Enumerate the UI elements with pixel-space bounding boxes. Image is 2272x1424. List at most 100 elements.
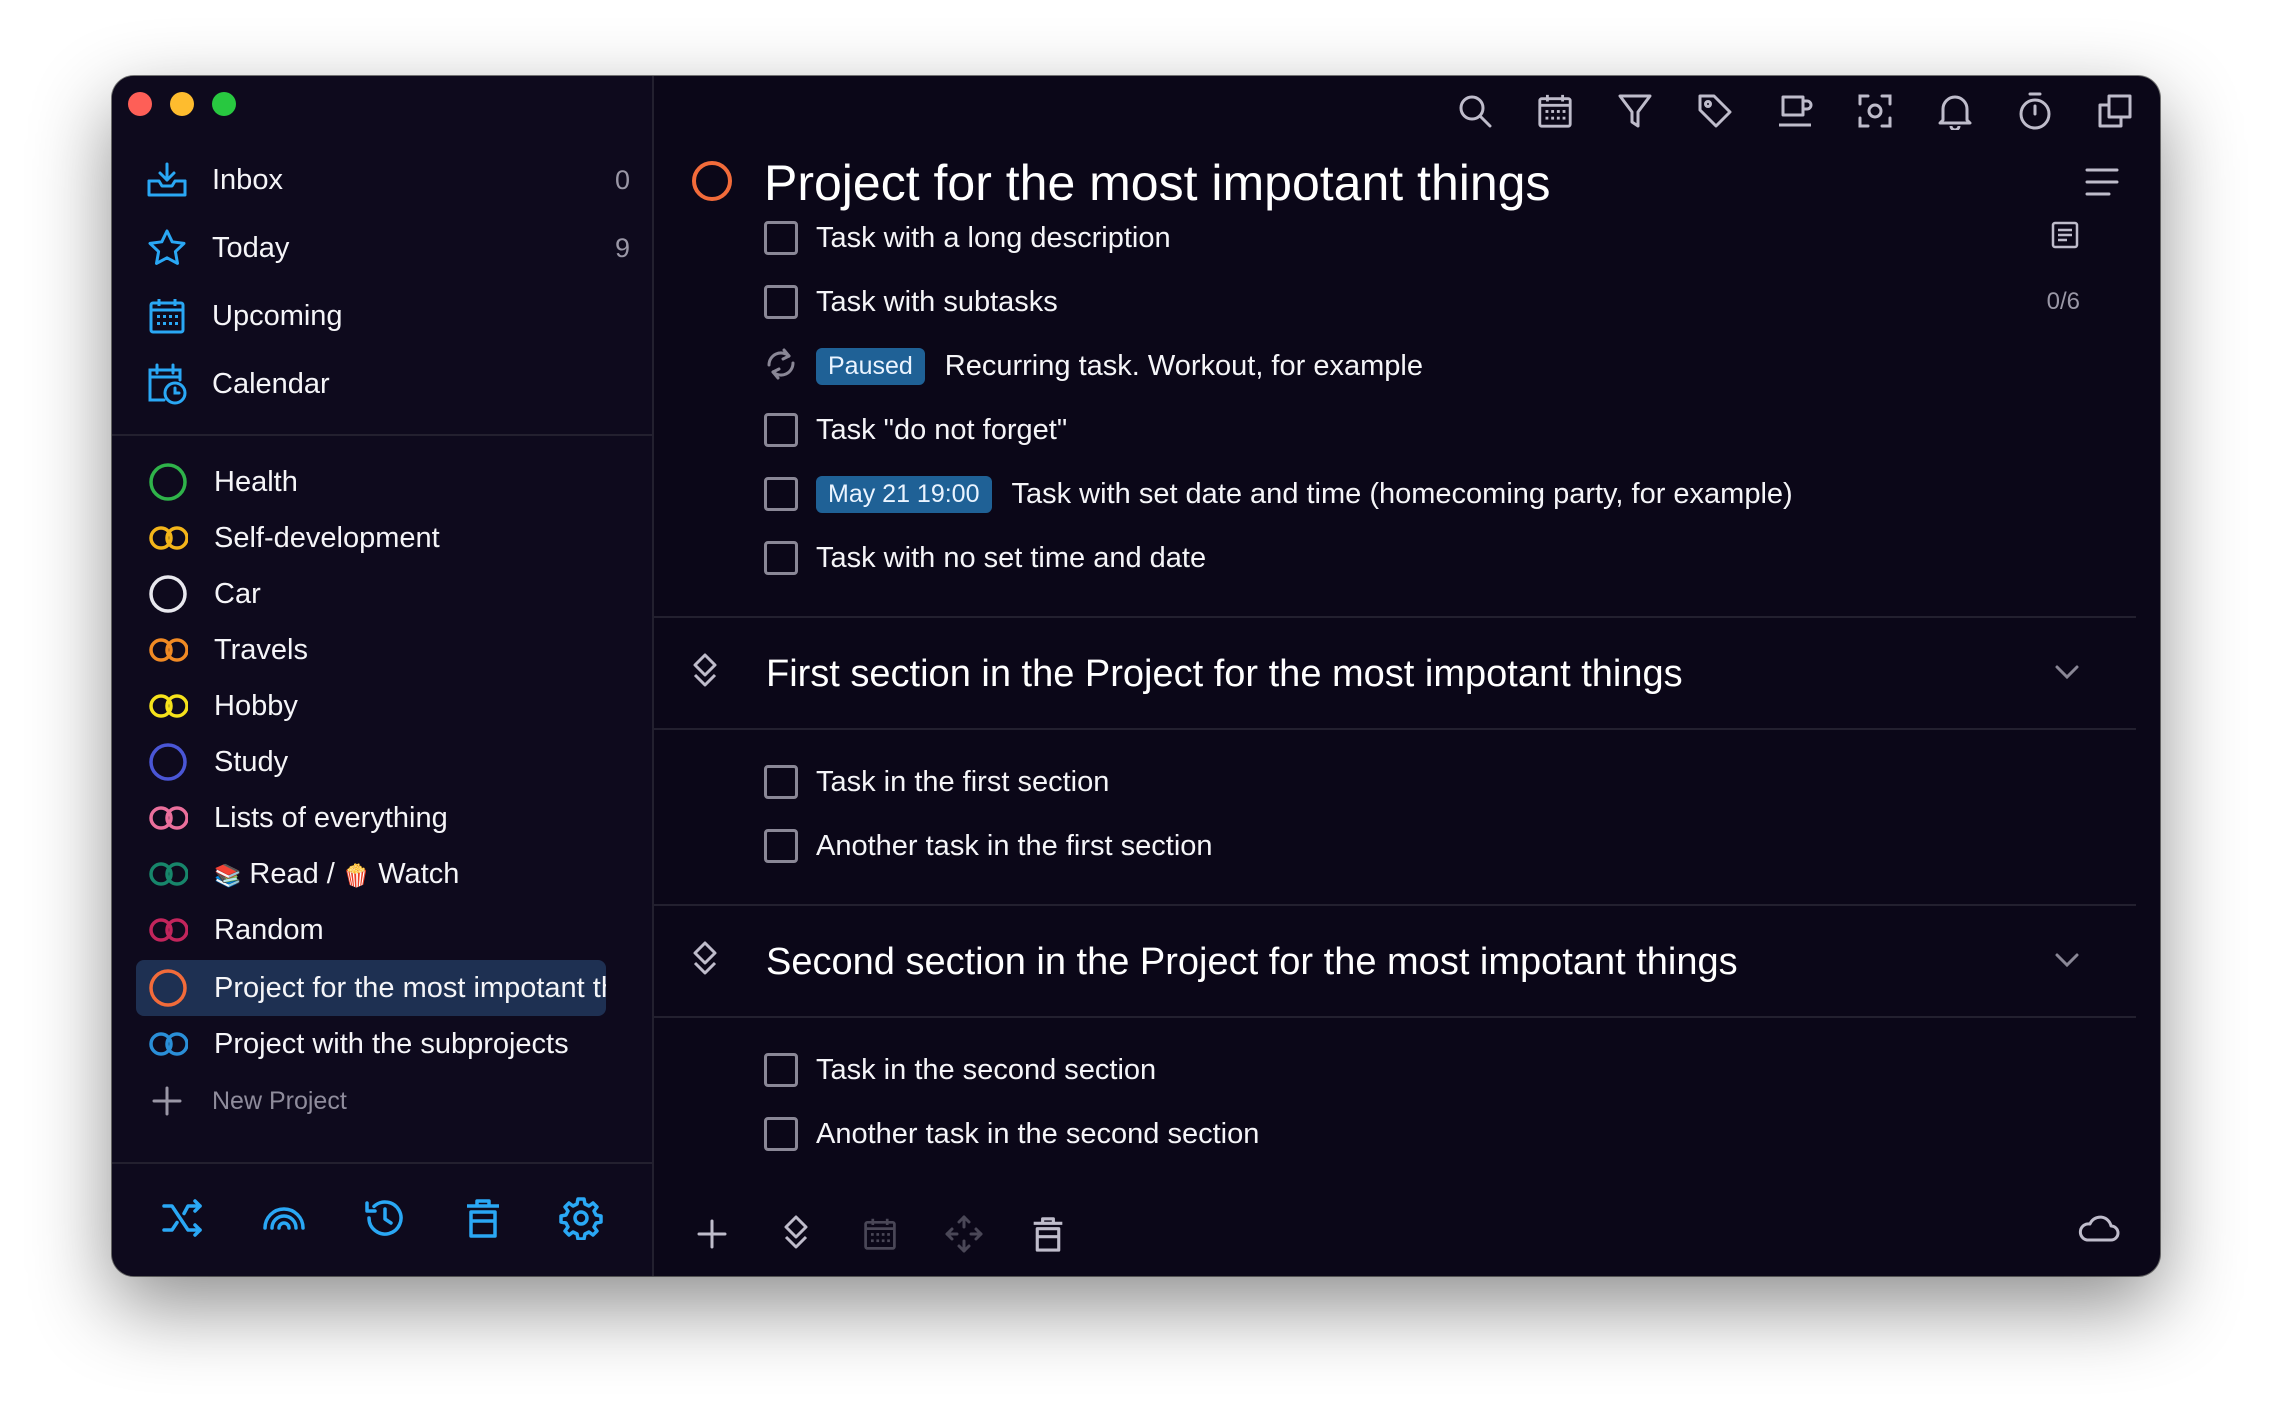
task-row[interactable]: Task in the first section bbox=[764, 760, 2080, 804]
section-header[interactable]: First section in the Project for the mos… bbox=[690, 644, 2080, 704]
section-header[interactable]: Second section in the Project for the mo… bbox=[690, 932, 2080, 992]
shuffle-icon[interactable] bbox=[161, 1198, 205, 1243]
project-header: Project for the most impotant things bbox=[690, 154, 1550, 212]
task-row[interactable]: Another task in the second section bbox=[764, 1112, 2080, 1156]
project-label: Self-development bbox=[214, 521, 440, 554]
new-project-button[interactable]: New Project bbox=[144, 1076, 347, 1126]
task-checkbox[interactable] bbox=[764, 477, 798, 511]
date-badge: May 21 19:00 bbox=[816, 475, 992, 513]
trash-icon[interactable] bbox=[464, 1197, 502, 1244]
task-checkbox[interactable] bbox=[764, 413, 798, 447]
calendar-clock-icon bbox=[144, 361, 190, 407]
nav-today[interactable]: Today 9 bbox=[144, 220, 634, 276]
task-row[interactable]: Task with no set time and date bbox=[764, 536, 2080, 580]
top-toolbar bbox=[1454, 90, 2136, 132]
task-row[interactable]: Task with subtasks 0/6 bbox=[764, 280, 2080, 324]
project-study[interactable]: Study bbox=[136, 734, 606, 790]
books-emoji: 📚 bbox=[214, 862, 242, 888]
gear-icon[interactable] bbox=[559, 1196, 604, 1245]
nav-count: 0 bbox=[614, 164, 630, 195]
close-window-button[interactable] bbox=[128, 92, 152, 116]
project-rings-icon bbox=[148, 686, 188, 726]
app-window: Inbox 0 Today 9 Upcoming Calendar Health… bbox=[112, 76, 2160, 1276]
task-row[interactable]: Another task in the first section bbox=[764, 824, 2080, 868]
cloud-icon[interactable] bbox=[2076, 1213, 2120, 1248]
history-icon[interactable] bbox=[363, 1196, 407, 1245]
main-bottom-bar bbox=[690, 1212, 1070, 1256]
sidebar-divider bbox=[112, 434, 652, 436]
project-self-development[interactable]: Self-development bbox=[136, 510, 606, 566]
tag-icon[interactable] bbox=[1694, 90, 1736, 132]
search-icon[interactable] bbox=[1454, 90, 1496, 132]
task-checkbox[interactable] bbox=[764, 221, 798, 255]
task-label: Task "do not forget" bbox=[816, 413, 1068, 446]
project-random[interactable]: Random bbox=[136, 902, 606, 958]
task-checkbox[interactable] bbox=[764, 829, 798, 863]
move-icon[interactable] bbox=[942, 1212, 986, 1256]
bell-icon[interactable] bbox=[1934, 90, 1976, 132]
popcorn-emoji: 🍿 bbox=[342, 862, 371, 888]
task-row[interactable]: Task with a long description bbox=[764, 216, 2080, 260]
task-checkbox[interactable] bbox=[764, 1117, 798, 1151]
task-checkbox[interactable] bbox=[764, 1053, 798, 1087]
project-circle-icon bbox=[148, 742, 188, 782]
project-label: Random bbox=[214, 913, 324, 946]
task-row[interactable]: Paused Recurring task. Workout, for exam… bbox=[764, 344, 2080, 388]
section-icon[interactable] bbox=[774, 1212, 818, 1256]
project-hobby[interactable]: Hobby bbox=[136, 678, 606, 734]
calendar-icon[interactable] bbox=[858, 1212, 902, 1256]
project-health[interactable]: Health bbox=[136, 454, 606, 510]
nav-calendar[interactable]: Calendar bbox=[144, 356, 634, 412]
note-icon bbox=[2050, 220, 2080, 257]
menu-lines-icon[interactable] bbox=[2084, 166, 2120, 203]
project-travels[interactable]: Travels bbox=[136, 622, 606, 678]
filter-icon[interactable] bbox=[1614, 90, 1656, 132]
project-label: Project for the most impotant things bbox=[214, 971, 606, 1004]
task-label: Task in the second section bbox=[816, 1053, 1157, 1086]
chevron-down-icon[interactable] bbox=[2054, 952, 2080, 973]
task-row[interactable]: May 21 19:00 Task with set date and time… bbox=[764, 472, 2080, 516]
project-car[interactable]: Car bbox=[136, 566, 606, 622]
task-label: Task with a long description bbox=[816, 221, 1171, 254]
nav-inbox[interactable]: Inbox 0 bbox=[144, 152, 634, 208]
repeat-icon[interactable] bbox=[764, 345, 798, 388]
coffee-icon[interactable] bbox=[1774, 90, 1816, 132]
new-project-label: New Project bbox=[212, 1086, 347, 1115]
sidebar-bottom-bar bbox=[112, 1164, 652, 1276]
project-lists[interactable]: Lists of everything bbox=[136, 790, 606, 846]
section-divider bbox=[654, 904, 2136, 906]
task-label: Task in the first section bbox=[816, 765, 1110, 798]
trash-icon[interactable] bbox=[1026, 1212, 1070, 1256]
zoom-window-button[interactable] bbox=[212, 92, 236, 116]
rainbow-icon[interactable] bbox=[262, 1204, 306, 1237]
task-checkbox[interactable] bbox=[764, 285, 798, 319]
project-rings-icon bbox=[148, 1024, 188, 1064]
section-title: Second section in the Project for the mo… bbox=[766, 940, 1738, 983]
project-rings-icon bbox=[148, 798, 188, 838]
add-icon[interactable] bbox=[690, 1212, 734, 1256]
project-label-part: Watch bbox=[378, 857, 460, 890]
timer-icon[interactable] bbox=[2014, 90, 2056, 132]
project-most-important[interactable]: Project for the most impotant things bbox=[136, 960, 606, 1016]
task-checkbox[interactable] bbox=[764, 541, 798, 575]
main-panel: Project for the most impotant things Tas… bbox=[654, 76, 2160, 1276]
section-title: First section in the Project for the mos… bbox=[766, 652, 1683, 695]
nav-upcoming[interactable]: Upcoming bbox=[144, 288, 634, 344]
calendar-icon[interactable] bbox=[1534, 90, 1576, 132]
project-label: Health bbox=[214, 465, 298, 498]
focus-icon[interactable] bbox=[1854, 90, 1896, 132]
task-row[interactable]: Task "do not forget" bbox=[764, 408, 2080, 452]
window-controls bbox=[128, 92, 236, 116]
project-label: Hobby bbox=[214, 689, 298, 722]
project-subprojects[interactable]: Project with the subprojects bbox=[136, 1016, 606, 1072]
sidebar: Inbox 0 Today 9 Upcoming Calendar Health… bbox=[112, 76, 654, 1276]
chevron-down-icon[interactable] bbox=[2054, 664, 2080, 685]
task-checkbox[interactable] bbox=[764, 765, 798, 799]
project-status-circle-icon[interactable] bbox=[690, 159, 734, 208]
calendar-grid-icon bbox=[144, 293, 190, 339]
minimize-window-button[interactable] bbox=[170, 92, 194, 116]
task-row[interactable]: Task in the second section bbox=[764, 1048, 2080, 1092]
section-icon bbox=[690, 940, 720, 985]
copy-icon[interactable] bbox=[2094, 90, 2136, 132]
project-read-watch[interactable]: 📚 Read / 🍿 Watch bbox=[136, 846, 606, 902]
